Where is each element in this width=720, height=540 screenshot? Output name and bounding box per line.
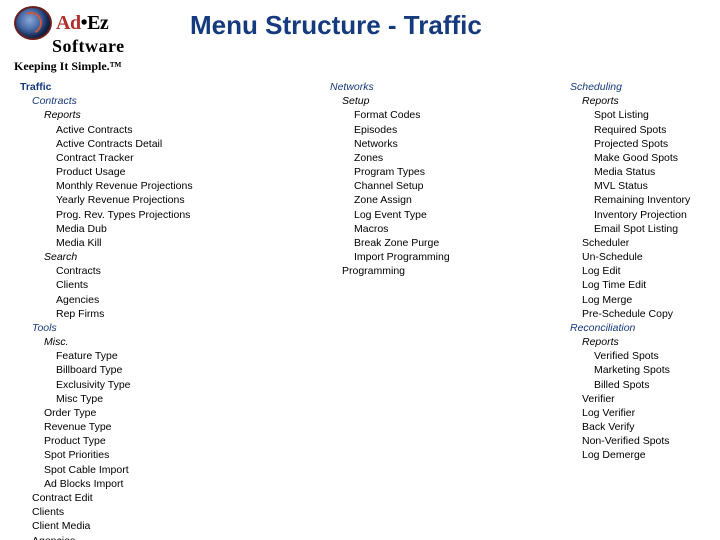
item: Feature Type [56, 349, 240, 363]
column-traffic: Traffic Contracts Reports Active Contrac… [20, 80, 240, 540]
logo-tagline: Keeping It Simple.™ [14, 59, 125, 74]
item: Spot Priorities [44, 448, 240, 462]
column-networks: Networks Setup Format Codes Episodes Net… [330, 80, 510, 540]
item: Clients [32, 505, 240, 519]
subgroup-recon-reports: Reports [582, 335, 720, 349]
item: Verifier [582, 392, 720, 406]
item: Spot Listing [594, 108, 720, 122]
logo-swirl-icon [14, 6, 52, 40]
item: Zone Assign [354, 193, 510, 207]
item: Product Usage [56, 165, 240, 179]
item: Agencies [56, 293, 240, 307]
item: Networks [354, 137, 510, 151]
group-contracts: Contracts [32, 94, 240, 108]
item: Active Contracts Detail [56, 137, 240, 151]
logo-top-row: Ad•Ez [14, 6, 125, 40]
item: Misc Type [56, 392, 240, 406]
item: Agencies [32, 534, 240, 540]
item: Media Dub [56, 222, 240, 236]
item: Make Good Spots [594, 151, 720, 165]
group-scheduling: Scheduling [570, 80, 720, 94]
item: Yearly Revenue Projections [56, 193, 240, 207]
item: Billboard Type [56, 363, 240, 377]
item: Prog. Rev. Types Projections [56, 208, 240, 222]
item: Email Spot Listing [594, 222, 720, 236]
item-programming: Programming [342, 264, 510, 278]
item: Order Type [44, 406, 240, 420]
item: Format Codes [354, 108, 510, 122]
item: Media Kill [56, 236, 240, 250]
item: Required Spots [594, 123, 720, 137]
logo-text-line2: Software [52, 36, 125, 57]
subgroup-search: Search [44, 250, 240, 264]
logo-ad: Ad [56, 12, 81, 34]
item: Import Programming [354, 250, 510, 264]
item: Marketing Spots [594, 363, 720, 377]
menu-columns: Traffic Contracts Reports Active Contrac… [20, 80, 700, 540]
column-scheduling: Scheduling Reports Spot Listing Required… [570, 80, 720, 540]
header-traffic: Traffic [20, 80, 240, 94]
logo-block: Ad•Ez Software Keeping It Simple.™ [14, 6, 125, 74]
item: Inventory Projection [594, 208, 720, 222]
logo-ez: Ez [87, 12, 108, 34]
item: Product Type [44, 434, 240, 448]
item: Active Contracts [56, 123, 240, 137]
subgroup-setup: Setup [342, 94, 510, 108]
group-tools: Tools [32, 321, 240, 335]
item: Episodes [354, 123, 510, 137]
item: Verified Spots [594, 349, 720, 363]
item: Scheduler [582, 236, 720, 250]
item: Media Status [594, 165, 720, 179]
item: Revenue Type [44, 420, 240, 434]
item: Spot Cable Import [44, 463, 240, 477]
subgroup-sched-reports: Reports [582, 94, 720, 108]
item: Zones [354, 151, 510, 165]
item: Contract Edit [32, 491, 240, 505]
item: Un-Schedule [582, 250, 720, 264]
item: Log Time Edit [582, 278, 720, 292]
item: Monthly Revenue Projections [56, 179, 240, 193]
item: Log Verifier [582, 406, 720, 420]
item: Ad Blocks Import [44, 477, 240, 491]
group-reconciliation: Reconciliation [570, 321, 720, 335]
item: Pre-Schedule Copy [582, 307, 720, 321]
item: Projected Spots [594, 137, 720, 151]
item: Log Event Type [354, 208, 510, 222]
subgroup-reports: Reports [44, 108, 240, 122]
subgroup-misc: Misc. [44, 335, 240, 349]
item: Log Edit [582, 264, 720, 278]
item: Non-Verified Spots [582, 434, 720, 448]
item: Program Types [354, 165, 510, 179]
group-networks: Networks [330, 80, 510, 94]
item: Log Demerge [582, 448, 720, 462]
logo-text-line1: Ad•Ez [56, 12, 108, 35]
item: Log Merge [582, 293, 720, 307]
item: MVL Status [594, 179, 720, 193]
item: Break Zone Purge [354, 236, 510, 250]
item: Contracts [56, 264, 240, 278]
item: Billed Spots [594, 378, 720, 392]
item: Exclusivity Type [56, 378, 240, 392]
item: Channel Setup [354, 179, 510, 193]
item: Clients [56, 278, 240, 292]
item: Rep Firms [56, 307, 240, 321]
page-title: Menu Structure - Traffic [190, 10, 482, 41]
item: Client Media [32, 519, 240, 533]
item: Remaining Inventory [594, 193, 720, 207]
item: Macros [354, 222, 510, 236]
item: Back Verify [582, 420, 720, 434]
item: Contract Tracker [56, 151, 240, 165]
